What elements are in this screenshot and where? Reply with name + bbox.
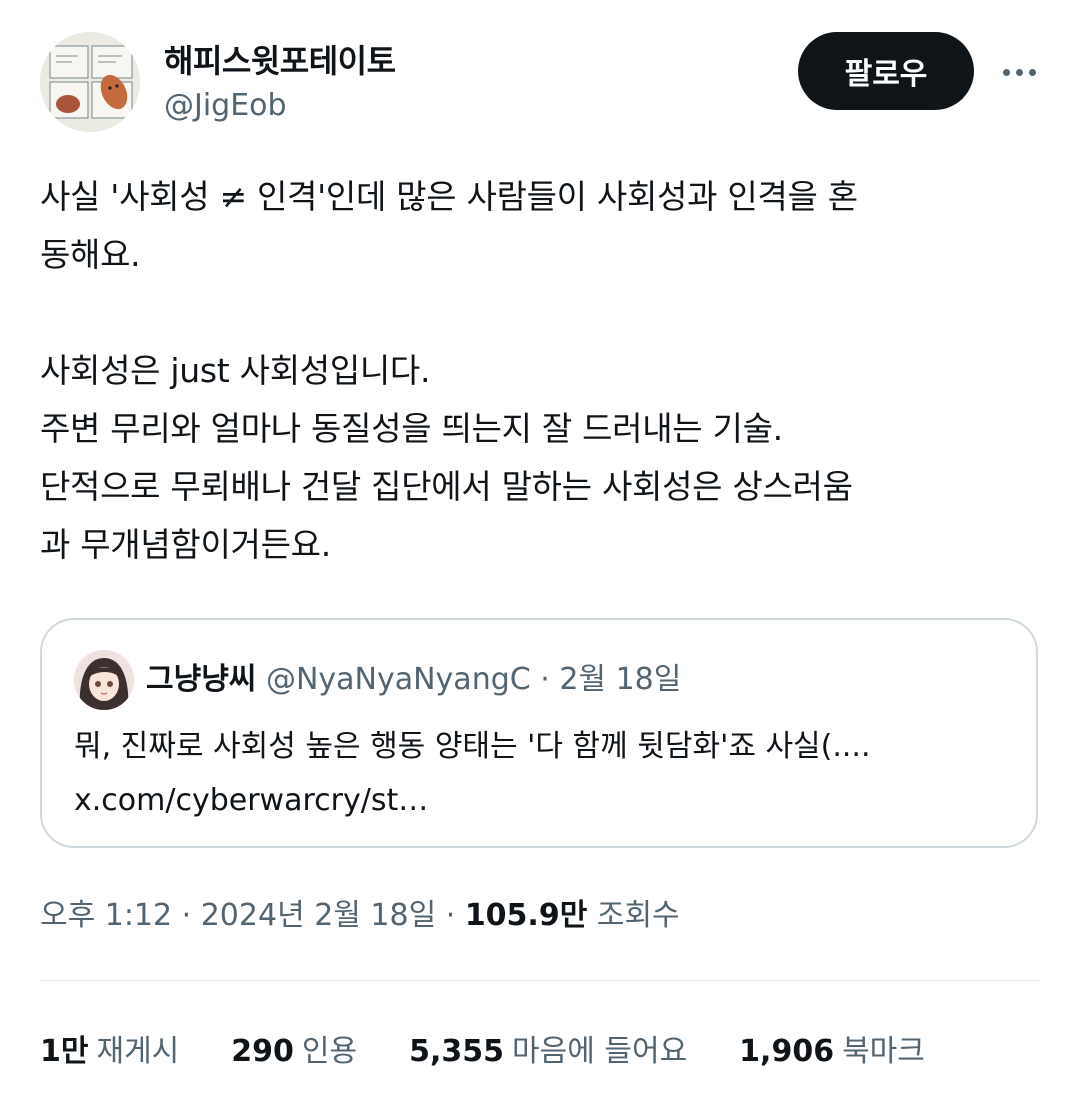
- stat-count: 5,355: [409, 1034, 505, 1069]
- divider: [40, 980, 1040, 981]
- tweet-meta: 오후 1:12 · 2024년 2월 18일 · 105.9만 조회수: [40, 890, 680, 934]
- stat-bookmarks[interactable]: 1,906 북마크: [739, 1026, 925, 1070]
- author-handle[interactable]: @JigEob: [164, 88, 287, 123]
- tweet-header: 해피스윗포테이토 @JigEob 팔로우: [40, 30, 1040, 132]
- quote-tweet-card[interactable]: 그냥냥씨 @NyaNyaNyangC · 2월 18일 뭐, 진짜로 사회성 높…: [40, 618, 1038, 848]
- stat-quotes[interactable]: 290 인용: [231, 1026, 357, 1070]
- follow-button[interactable]: 팔로우: [798, 32, 974, 110]
- anime-girl-avatar-icon: [74, 650, 134, 710]
- meta-separator: ·: [436, 898, 465, 933]
- stat-count: 290: [231, 1034, 294, 1069]
- more-dot: [1028, 68, 1036, 76]
- quote-date[interactable]: 2월 18일: [559, 662, 681, 697]
- tweet-time[interactable]: 오후 1:12: [40, 898, 172, 933]
- tweet-paragraph-blank: [40, 284, 1040, 342]
- author-avatar[interactable]: [40, 32, 140, 132]
- more-dot: [1015, 68, 1023, 76]
- views-count: 105.9만: [464, 898, 588, 933]
- stat-label: 인용: [301, 1034, 358, 1069]
- tweet-paragraph: 사실 '사회성 ≠ 인격'인데 많은 사람들이 사회성과 인격을 혼 동해요.: [40, 177, 858, 274]
- more-icon[interactable]: [998, 52, 1040, 92]
- quote-author-avatar[interactable]: [74, 650, 134, 710]
- stat-label: 재게시: [96, 1034, 180, 1069]
- author-display-name[interactable]: 해피스윗포테이토: [164, 36, 396, 82]
- engagement-stats: 1만 재게시 290 인용 5,355 마음에 들어요 1,906 북마크: [40, 1026, 977, 1070]
- views-label: 조회수: [596, 898, 680, 933]
- more-dot: [1002, 68, 1010, 76]
- stat-likes[interactable]: 5,355 마음에 들어요: [409, 1026, 687, 1070]
- stat-label: 북마크: [842, 1034, 925, 1069]
- tweet-date[interactable]: 2024년 2월 18일: [201, 898, 436, 933]
- quote-author-handle[interactable]: @NyaNyaNyangC: [266, 662, 531, 697]
- stat-label: 마음에 들어요: [512, 1034, 688, 1069]
- tweet-paragraph: 사회성은 just 사회성입니다. 주변 무리와 얼마나 동질성을 띄는지 잘 …: [40, 351, 853, 564]
- meta-separator: ·: [172, 898, 201, 933]
- quote-meta: 그냥냥씨 @NyaNyaNyangC · 2월 18일: [146, 654, 681, 698]
- quote-author-name[interactable]: 그냥냥씨: [146, 662, 256, 697]
- stat-count: 1만: [40, 1034, 89, 1069]
- stat-reposts[interactable]: 1만 재게시: [40, 1026, 179, 1070]
- stat-count: 1,906: [739, 1034, 835, 1069]
- quote-text: 뭐, 진짜로 사회성 높은 행동 양태는 '다 함께 뒷담화'죠 사실(....…: [74, 729, 871, 818]
- tweet-text: 사실 '사회성 ≠ 인격'인데 많은 사람들이 사회성과 인격을 혼 동해요. …: [40, 168, 1040, 574]
- sweet-potato-comic-icon: [40, 32, 140, 132]
- quote-separator: ·: [540, 662, 550, 697]
